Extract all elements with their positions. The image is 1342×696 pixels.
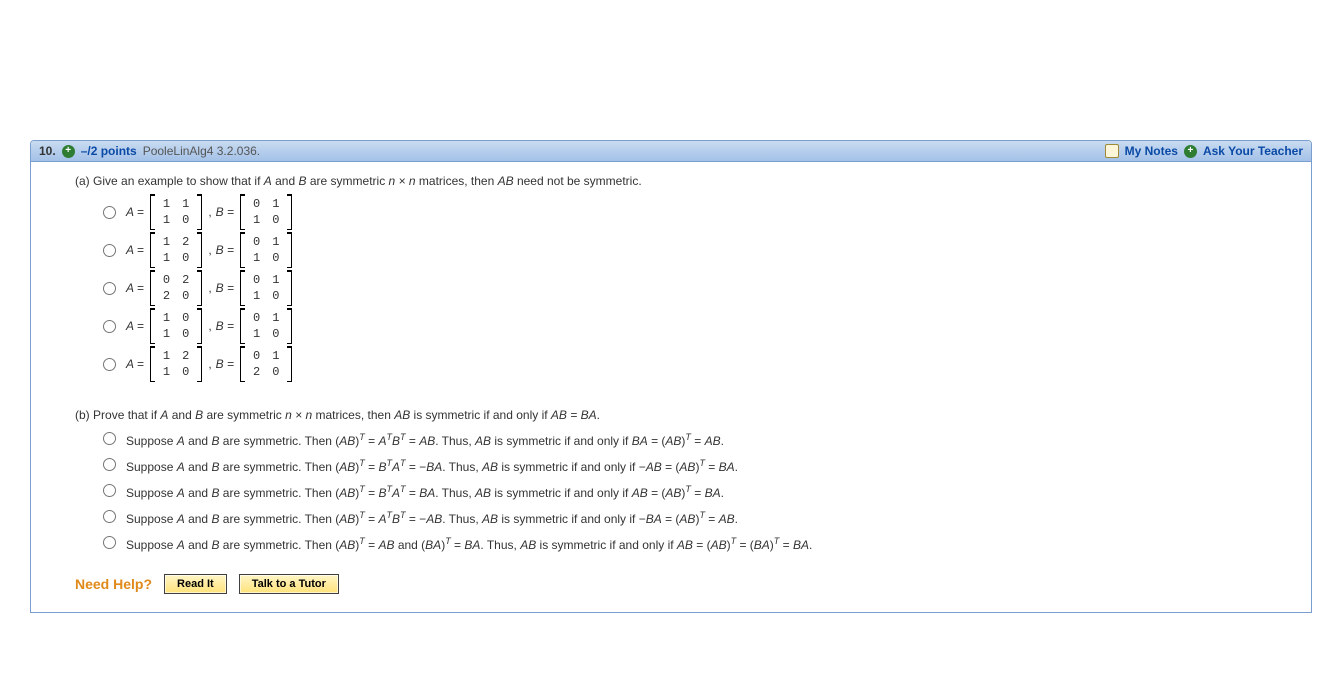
text: and (272, 174, 299, 188)
need-help-label: Need Help? (75, 576, 152, 592)
text: matrices, then (312, 408, 394, 422)
text: are symmetric (307, 174, 389, 188)
var-AB: AB (498, 174, 514, 188)
radio-input[interactable] (103, 282, 116, 295)
radio-input[interactable] (103, 358, 116, 371)
radio-input[interactable] (103, 536, 116, 549)
var-B: B (195, 408, 203, 422)
my-notes-link[interactable]: My Notes (1125, 144, 1178, 158)
B-equals: B = (216, 243, 234, 257)
A-equals: A = (126, 319, 144, 333)
radio-input[interactable] (103, 510, 116, 523)
part-b-option: Suppose A and B are symmetric. Then (AB)… (103, 510, 1283, 526)
notes-icon[interactable] (1105, 144, 1119, 158)
points-label: –/2 points (81, 144, 137, 158)
radio-input[interactable] (103, 484, 116, 497)
B-equals: B = (216, 357, 234, 371)
text: matrices, then (416, 174, 498, 188)
ab-ba: AB = BA (551, 408, 597, 422)
question-container: 10. + –/2 points PooleLinAlg4 3.2.036. M… (30, 140, 1312, 613)
proof-text: Suppose A and B are symmetric. Then (AB)… (126, 458, 738, 474)
text: Give an example to show that if (93, 174, 264, 188)
matrix-expression: A = 1110, B = 0110 (126, 194, 294, 230)
talk-tutor-button[interactable]: Talk to a Tutor (239, 574, 339, 594)
header-left: 10. + –/2 points PooleLinAlg4 3.2.036. (39, 144, 1105, 158)
part-b-option: Suppose A and B are symmetric. Then (AB)… (103, 458, 1283, 474)
comma: , (208, 281, 211, 295)
part-a-option: A = 0220, B = 0110 (103, 270, 1283, 306)
radio-input[interactable] (103, 244, 116, 257)
read-it-button[interactable]: Read It (164, 574, 227, 594)
part-b-prompt: (b) Prove that if A and B are symmetric … (75, 408, 1283, 422)
part-b-option: Suppose A and B are symmetric. Then (AB)… (103, 536, 1283, 552)
B-equals: B = (216, 319, 234, 333)
A-equals: A = (126, 281, 144, 295)
text: Prove that if (93, 408, 160, 422)
part-a-options: A = 1110, B = 0110A = 1210, B = 0110A = … (103, 194, 1283, 382)
text: are symmetric (203, 408, 285, 422)
need-help-row: Need Help? Read It Talk to a Tutor (75, 574, 1283, 594)
proof-text: Suppose A and B are symmetric. Then (AB)… (126, 432, 724, 448)
source-label: PooleLinAlg4 3.2.036. (143, 144, 260, 158)
part-a-option: A = 1210, B = 0120 (103, 346, 1283, 382)
part-b-option: Suppose A and B are symmetric. Then (AB)… (103, 432, 1283, 448)
var-B: B (299, 174, 307, 188)
text: and (168, 408, 195, 422)
var-A: A (264, 174, 272, 188)
question-header: 10. + –/2 points PooleLinAlg4 3.2.036. M… (31, 141, 1311, 162)
question-number: 10. (39, 144, 56, 158)
radio-input[interactable] (103, 432, 116, 445)
part-a-option: A = 1110, B = 0110 (103, 194, 1283, 230)
B-equals: B = (216, 205, 234, 219)
proof-text: Suppose A and B are symmetric. Then (AB)… (126, 510, 738, 526)
part-a-option: A = 1010, B = 0110 (103, 308, 1283, 344)
question-content: (a) Give an example to show that if A an… (31, 162, 1311, 612)
var-AB: AB (394, 408, 410, 422)
A-equals: A = (126, 205, 144, 219)
ask-teacher-link[interactable]: Ask Your Teacher (1203, 144, 1303, 158)
text: need not be symmetric. (514, 174, 642, 188)
matrix-expression: A = 1210, B = 0110 (126, 232, 294, 268)
nxn: n × n (285, 408, 312, 422)
part-a-prompt: (a) Give an example to show that if A an… (75, 174, 1283, 188)
expand-icon[interactable]: + (62, 145, 75, 158)
comma: , (208, 357, 211, 371)
radio-input[interactable] (103, 206, 116, 219)
comma: , (208, 319, 211, 333)
proof-text: Suppose A and B are symmetric. Then (AB)… (126, 536, 812, 552)
part-b-option: Suppose A and B are symmetric. Then (AB)… (103, 484, 1283, 500)
A-equals: A = (126, 357, 144, 371)
part-b-options: Suppose A and B are symmetric. Then (AB)… (103, 432, 1283, 552)
B-equals: B = (216, 281, 234, 295)
comma: , (208, 243, 211, 257)
text: . (597, 408, 600, 422)
part-a-option: A = 1210, B = 0110 (103, 232, 1283, 268)
radio-input[interactable] (103, 320, 116, 333)
header-right: My Notes + Ask Your Teacher (1105, 144, 1303, 158)
A-equals: A = (126, 243, 144, 257)
comma: , (208, 205, 211, 219)
radio-input[interactable] (103, 458, 116, 471)
part-a-label: (a) (75, 174, 90, 188)
matrix-expression: A = 1210, B = 0120 (126, 346, 294, 382)
matrix-expression: A = 1010, B = 0110 (126, 308, 294, 344)
proof-text: Suppose A and B are symmetric. Then (AB)… (126, 484, 724, 500)
nxn: n × n (389, 174, 416, 188)
ask-plus-icon[interactable]: + (1184, 145, 1197, 158)
text: is symmetric if and only if (410, 408, 551, 422)
part-b-label: (b) (75, 408, 90, 422)
matrix-expression: A = 0220, B = 0110 (126, 270, 294, 306)
